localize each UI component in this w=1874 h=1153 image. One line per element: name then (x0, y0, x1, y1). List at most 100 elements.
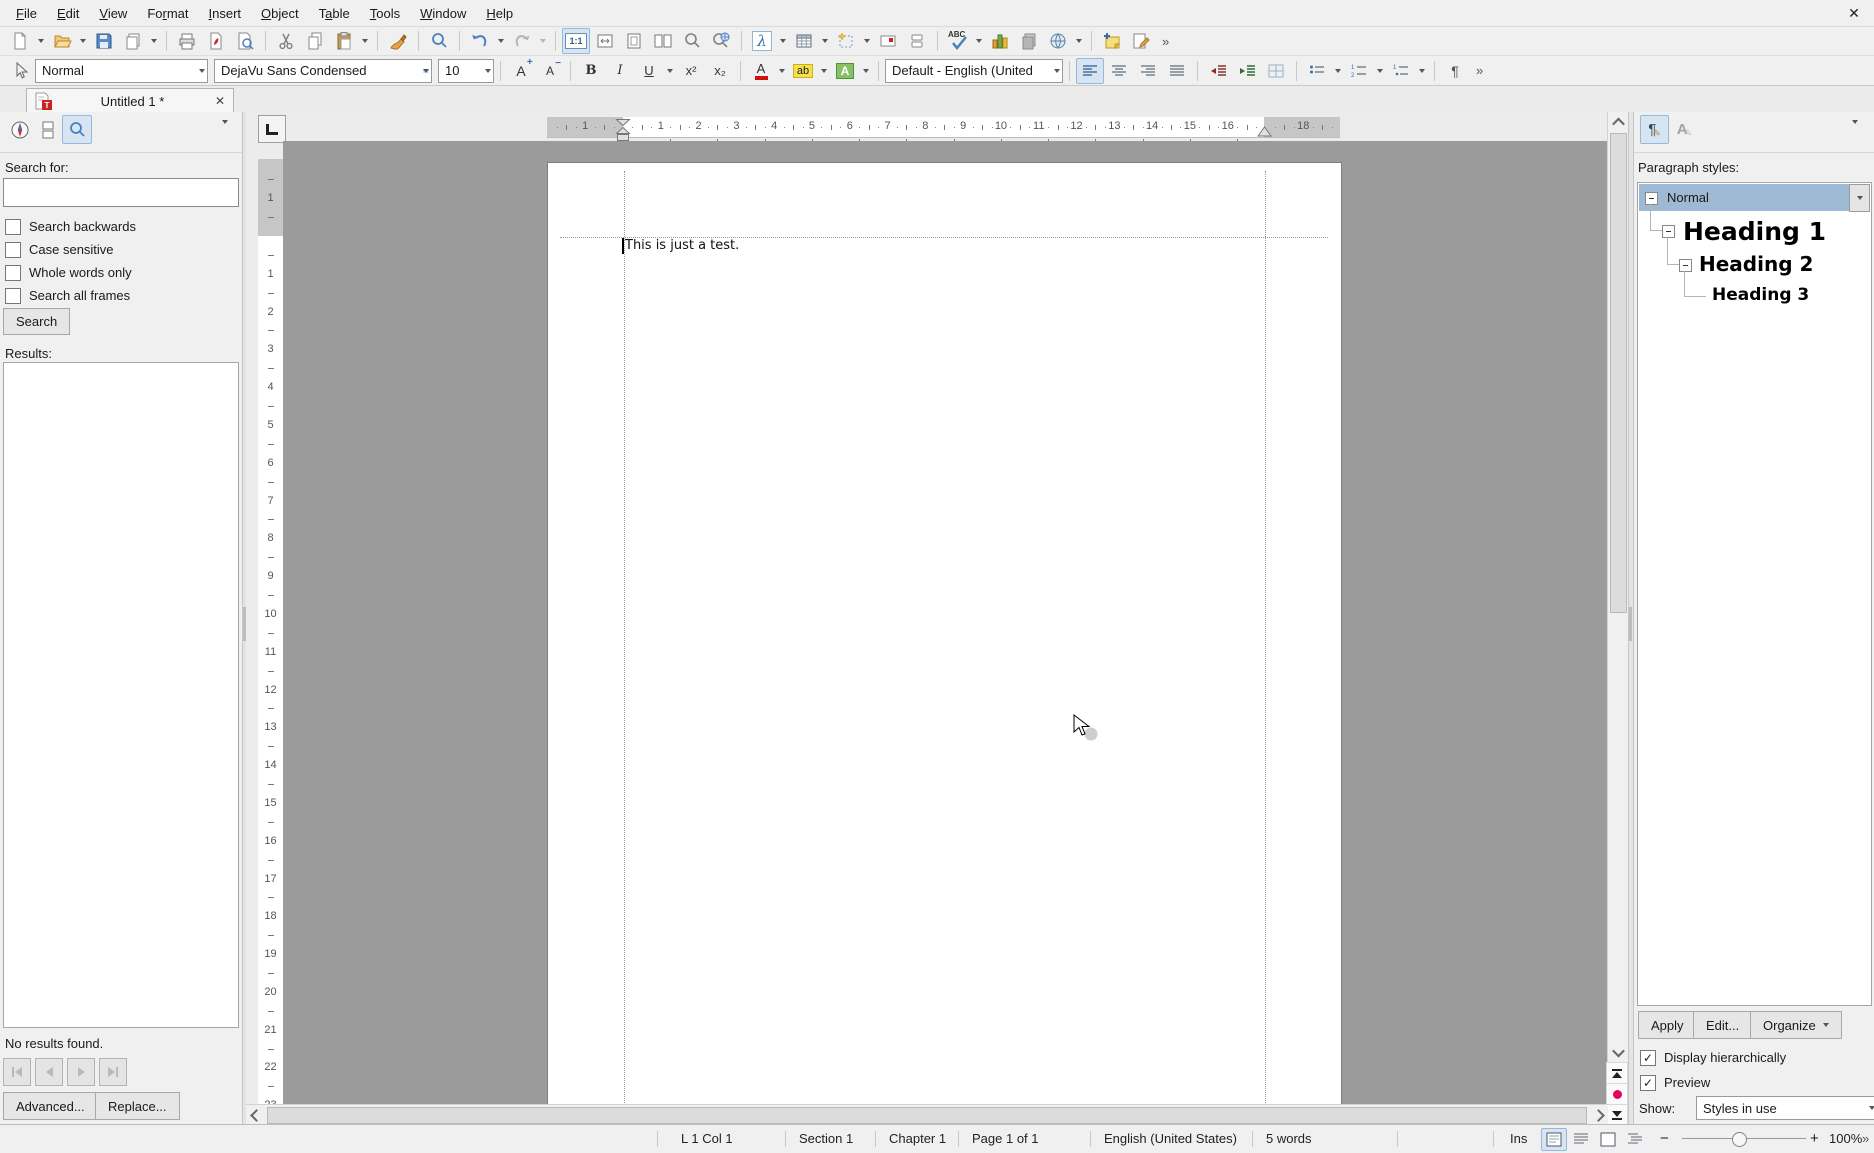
decrease-indent-button[interactable] (1204, 58, 1232, 84)
search-button[interactable]: Search (3, 308, 70, 335)
checkbox-checked[interactable]: ✓ (1640, 1050, 1656, 1066)
spellcheck-dropdown[interactable] (973, 29, 985, 53)
horizontal-scroll-thumb[interactable] (267, 1107, 1587, 1124)
character-styles-icon[interactable]: A✎ (1670, 115, 1699, 144)
insert-field-button[interactable]: λ (748, 28, 776, 54)
menu-item-window[interactable]: Window (410, 2, 476, 25)
menu-item-view[interactable]: View (89, 2, 137, 25)
search-option-search-backwards[interactable]: Search backwards (5, 215, 237, 238)
insert-field-dropdown[interactable] (777, 29, 789, 53)
redo-button[interactable] (508, 28, 536, 54)
align-left-button[interactable] (1076, 58, 1104, 84)
search-option-whole-words-only[interactable]: Whole words only (5, 261, 237, 284)
organize-button[interactable]: Organize (1750, 1011, 1842, 1039)
font-color-button[interactable]: A (747, 58, 775, 84)
mail-merge-button[interactable] (1015, 28, 1043, 54)
vertical-scroll-thumb[interactable] (1610, 133, 1627, 613)
search-input[interactable] (3, 178, 239, 207)
horizontal-scrollbar[interactable] (246, 1104, 1608, 1125)
borders-button[interactable] (1262, 58, 1290, 84)
align-center-button[interactable] (1105, 58, 1133, 84)
numbered-list-button[interactable]: 12 (1345, 58, 1373, 84)
paragraph-styles-icon[interactable]: ¶✎ (1640, 115, 1669, 144)
menu-item-table[interactable]: Table (309, 2, 360, 25)
show-combobox[interactable]: Styles in use (1696, 1096, 1874, 1120)
style-row-heading3[interactable]: Heading 3 (1639, 281, 1870, 309)
v-ruler[interactable]: 11234567891011121314151617181920212223 (258, 141, 283, 1105)
font-name-combobox[interactable]: DejaVu Sans Condensed (214, 59, 432, 83)
formatting-marks-button[interactable]: ¶ (1441, 58, 1469, 84)
copy-button[interactable] (301, 28, 329, 54)
panel-menu-chevron[interactable] (1852, 124, 1858, 139)
superscript-button[interactable]: x² (677, 58, 705, 84)
edit-note-button[interactable] (1127, 28, 1155, 54)
search-option-search-all-frames[interactable]: Search all frames (5, 284, 237, 307)
document-tab[interactable]: T Untitled 1 * ✕ (26, 88, 234, 113)
open-button[interactable] (48, 28, 76, 54)
outline-list-dropdown[interactable] (1416, 59, 1428, 83)
window-close-button[interactable]: ✕ (1844, 3, 1864, 23)
underline-button[interactable]: U (635, 58, 663, 84)
export-pdf-button[interactable] (202, 28, 230, 54)
vertical-scrollbar[interactable] (1607, 112, 1628, 1125)
panel-menu-chevron[interactable] (222, 124, 228, 139)
open-dropdown[interactable] (77, 29, 89, 53)
increase-indent-button[interactable] (1233, 58, 1261, 84)
paste-button[interactable] (330, 28, 358, 54)
style-row-normal[interactable]: Normal (1639, 184, 1851, 211)
insert-frame-dropdown[interactable] (861, 29, 873, 53)
toolbar-overflow-button[interactable]: » (1156, 34, 1175, 49)
subscript-button[interactable]: x₂ (706, 58, 734, 84)
save-all-dropdown[interactable] (148, 29, 160, 53)
print-preview-button[interactable] (231, 28, 259, 54)
highlight-button[interactable]: ab (789, 58, 817, 84)
search-option-case-sensitive[interactable]: Case sensitive (5, 238, 237, 261)
styles-list[interactable]: Normal Heading 1 Heading 2 Heading 3 (1637, 182, 1872, 1006)
preview-option[interactable]: ✓ Preview (1640, 1071, 1710, 1094)
menu-item-format[interactable]: Format (137, 2, 198, 25)
zoom-two-pages-button[interactable] (649, 28, 677, 54)
insert-table-button[interactable] (790, 28, 818, 54)
previous-result-button[interactable] (35, 1058, 63, 1086)
cut-button[interactable] (272, 28, 300, 54)
navigator-icon[interactable] (6, 116, 34, 144)
undo-dropdown[interactable] (495, 29, 507, 53)
document-canvas[interactable]: This is just a test. (283, 141, 1608, 1105)
bold-button[interactable]: B (577, 58, 605, 84)
scroll-right-button[interactable] (1588, 1105, 1608, 1125)
document-page[interactable]: This is just a test. (547, 162, 1342, 1105)
zoom-actual-size-button[interactable]: 1:1 (562, 28, 590, 54)
insert-form-object-button[interactable] (903, 28, 931, 54)
zoom-out-button[interactable] (678, 28, 706, 54)
page-view-button[interactable] (1541, 1128, 1567, 1151)
select-browse-object-button[interactable] (1606, 1083, 1628, 1105)
insert-mode-indicator[interactable]: Ins (1510, 1125, 1527, 1152)
checkbox[interactable] (5, 219, 21, 235)
tab-type-selector[interactable] (258, 115, 286, 143)
zoom-in-control[interactable]: + (1810, 1125, 1819, 1152)
scroll-up-button[interactable] (1608, 112, 1628, 132)
apply-button[interactable]: Apply (1638, 1011, 1697, 1039)
edit-button[interactable]: Edit... (1693, 1011, 1752, 1039)
results-list[interactable] (3, 362, 239, 1028)
align-justify-button[interactable] (1163, 58, 1191, 84)
scroll-down-button[interactable] (1608, 1042, 1628, 1062)
display-hierarchically-option[interactable]: ✓ Display hierarchically (1640, 1046, 1786, 1069)
grow-font-button[interactable]: A+ (507, 58, 535, 84)
next-result-button[interactable] (67, 1058, 95, 1086)
italic-button[interactable]: I (606, 58, 634, 84)
web-page-dropdown[interactable] (1073, 29, 1085, 53)
zoom-page-width-button[interactable] (591, 28, 619, 54)
save-button[interactable] (90, 28, 118, 54)
search-panel-icon[interactable] (62, 115, 92, 144)
page-thumbnails-icon[interactable] (36, 118, 60, 142)
first-result-button[interactable] (3, 1058, 31, 1086)
underline-dropdown[interactable] (664, 59, 676, 83)
language-indicator[interactable]: English (United States) (1104, 1125, 1237, 1152)
print-button[interactable] (173, 28, 201, 54)
align-right-button[interactable] (1134, 58, 1162, 84)
zoom-slider-handle[interactable] (1732, 1132, 1747, 1147)
bullet-list-button[interactable] (1303, 58, 1331, 84)
checkbox[interactable] (5, 288, 21, 304)
insert-frame-button[interactable] (832, 28, 860, 54)
